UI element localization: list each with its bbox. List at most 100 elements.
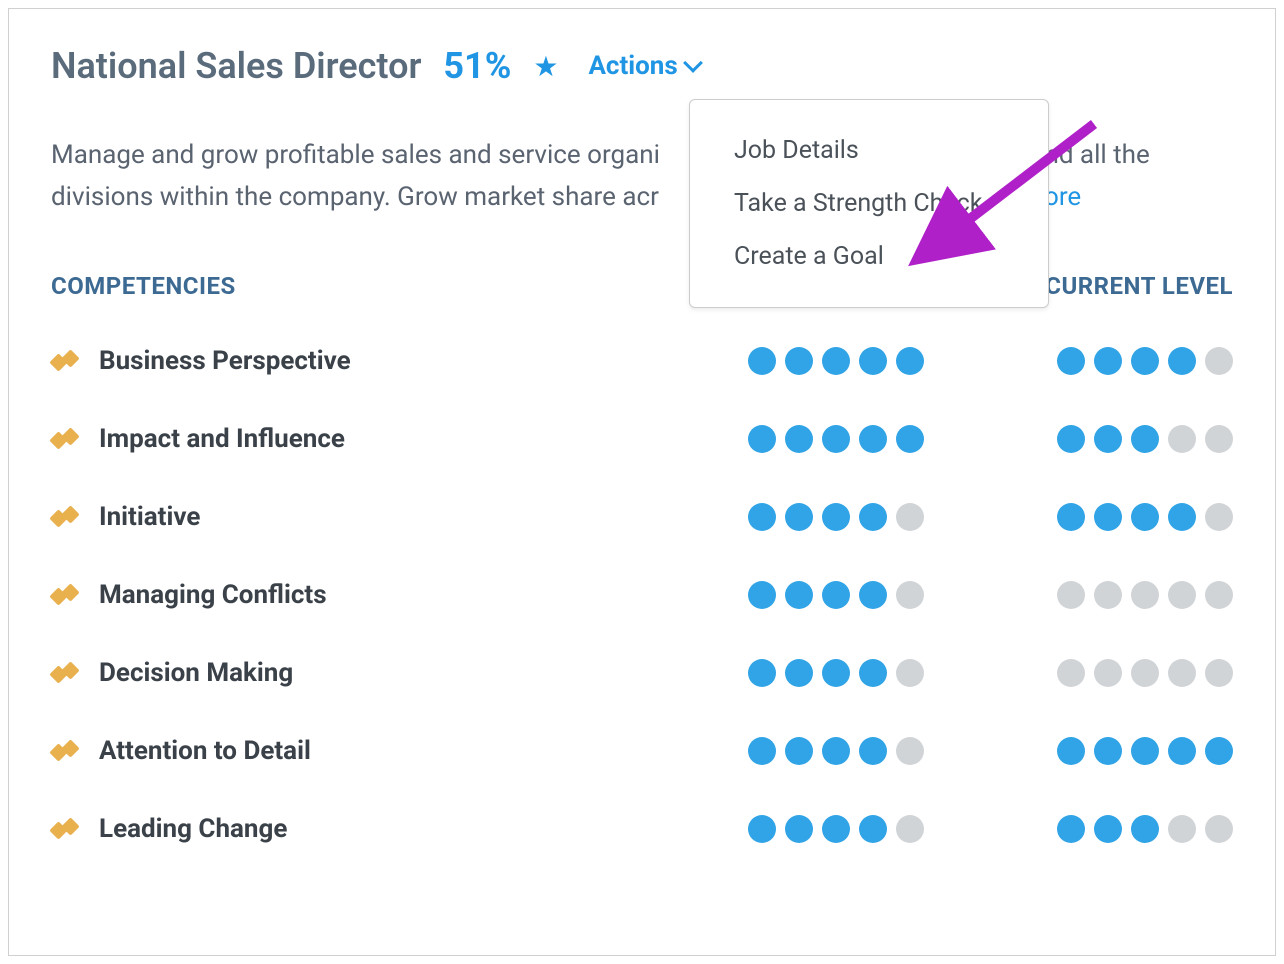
level-dot bbox=[859, 425, 887, 453]
level-dot bbox=[785, 659, 813, 687]
diamond-icon bbox=[51, 428, 81, 450]
competency-name-cell[interactable]: Leading Change bbox=[51, 814, 691, 844]
level-dot bbox=[896, 425, 924, 453]
competency-row: Managing Conflicts bbox=[51, 580, 1233, 610]
competencies-header: COMPETENCIES bbox=[51, 272, 236, 300]
diamond-icon bbox=[51, 350, 81, 372]
required-level-dots bbox=[691, 737, 981, 765]
level-dot bbox=[748, 503, 776, 531]
level-dot bbox=[896, 815, 924, 843]
level-dot bbox=[1131, 659, 1159, 687]
dropdown-item[interactable]: Take a Strength Check bbox=[690, 177, 1048, 230]
competency-name: Leading Change bbox=[99, 814, 287, 844]
competency-row: Attention to Detail bbox=[51, 736, 1233, 766]
level-dot bbox=[859, 503, 887, 531]
current-level-dots bbox=[981, 347, 1233, 375]
job-description: Manage and grow profitable sales and ser… bbox=[51, 135, 1233, 218]
chevron-down-icon bbox=[683, 53, 703, 73]
level-dot bbox=[896, 737, 924, 765]
level-dot bbox=[1057, 737, 1085, 765]
dropdown-item[interactable]: Job Details bbox=[690, 124, 1048, 177]
level-dot bbox=[1094, 581, 1122, 609]
level-dot bbox=[822, 815, 850, 843]
level-dot bbox=[785, 815, 813, 843]
level-dot bbox=[896, 503, 924, 531]
level-dot bbox=[785, 581, 813, 609]
level-dot bbox=[1131, 815, 1159, 843]
competency-name: Business Perspective bbox=[99, 346, 351, 376]
level-dot bbox=[1131, 347, 1159, 375]
level-dot bbox=[748, 347, 776, 375]
level-dot bbox=[822, 347, 850, 375]
star-icon[interactable]: ★ bbox=[533, 50, 558, 83]
current-level-dots bbox=[981, 503, 1233, 531]
competency-name-cell[interactable]: Attention to Detail bbox=[51, 736, 691, 766]
competency-name-cell[interactable]: Business Perspective bbox=[51, 346, 691, 376]
diamond-icon bbox=[51, 662, 81, 684]
competency-name-cell[interactable]: Impact and Influence bbox=[51, 424, 691, 454]
level-dot bbox=[785, 347, 813, 375]
actions-label: Actions bbox=[588, 51, 677, 81]
current-level-dots bbox=[981, 425, 1233, 453]
level-dot bbox=[785, 503, 813, 531]
current-level-dots bbox=[981, 737, 1233, 765]
level-dot bbox=[1094, 503, 1122, 531]
level-dot bbox=[748, 737, 776, 765]
competency-row: Impact and Influence bbox=[51, 424, 1233, 454]
level-dot bbox=[1131, 503, 1159, 531]
level-dot bbox=[1205, 581, 1233, 609]
level-dot bbox=[1168, 659, 1196, 687]
competency-name-cell[interactable]: Initiative bbox=[51, 502, 691, 532]
required-level-dots bbox=[691, 815, 981, 843]
competency-name: Managing Conflicts bbox=[99, 580, 327, 610]
required-level-dots bbox=[691, 503, 981, 531]
level-dot bbox=[1094, 737, 1122, 765]
level-dot bbox=[822, 737, 850, 765]
level-dot bbox=[1205, 737, 1233, 765]
required-level-dots bbox=[691, 425, 981, 453]
level-dot bbox=[1057, 581, 1085, 609]
level-dot bbox=[896, 659, 924, 687]
competency-row: Initiative bbox=[51, 502, 1233, 532]
level-dot bbox=[1094, 815, 1122, 843]
competency-row: Business Perspective bbox=[51, 346, 1233, 376]
level-dot bbox=[1205, 503, 1233, 531]
level-dot bbox=[859, 581, 887, 609]
competency-list: Business Perspective Impact and Influence… bbox=[51, 346, 1233, 844]
level-dot bbox=[785, 737, 813, 765]
actions-dropdown-button[interactable]: Actions bbox=[588, 51, 699, 81]
level-dot bbox=[1168, 347, 1196, 375]
competency-name: Attention to Detail bbox=[99, 736, 311, 766]
current-level-dots bbox=[981, 659, 1233, 687]
level-dot bbox=[1168, 737, 1196, 765]
level-dot bbox=[1131, 581, 1159, 609]
level-dot bbox=[1131, 737, 1159, 765]
competency-name: Impact and Influence bbox=[99, 424, 345, 454]
level-dot bbox=[748, 815, 776, 843]
actions-dropdown-menu: Job DetailsTake a Strength CheckCreate a… bbox=[689, 99, 1049, 308]
diamond-icon bbox=[51, 584, 81, 606]
current-level-header: CURRENT LEVEL bbox=[1045, 272, 1233, 300]
competency-name: Initiative bbox=[99, 502, 200, 532]
level-dot bbox=[748, 581, 776, 609]
level-dot bbox=[1168, 581, 1196, 609]
level-dot bbox=[748, 659, 776, 687]
level-dot bbox=[785, 425, 813, 453]
header-row: National Sales Director 51% ★ Actions bbox=[51, 45, 1233, 87]
level-dot bbox=[822, 659, 850, 687]
level-dot bbox=[1205, 659, 1233, 687]
competency-name-cell[interactable]: Managing Conflicts bbox=[51, 580, 691, 610]
required-level-dots bbox=[691, 581, 981, 609]
job-profile-panel: National Sales Director 51% ★ Actions Ma… bbox=[8, 8, 1276, 956]
level-dot bbox=[1057, 425, 1085, 453]
level-dot bbox=[1168, 425, 1196, 453]
level-dot bbox=[859, 815, 887, 843]
description-text-part1: Manage and grow profitable sales and ser… bbox=[51, 140, 660, 170]
dropdown-item[interactable]: Create a Goal bbox=[690, 230, 1048, 283]
competency-row: Leading Change bbox=[51, 814, 1233, 844]
competency-name-cell[interactable]: Decision Making bbox=[51, 658, 691, 688]
level-dot bbox=[859, 659, 887, 687]
level-dot bbox=[1205, 347, 1233, 375]
current-level-dots bbox=[981, 581, 1233, 609]
level-dot bbox=[822, 503, 850, 531]
